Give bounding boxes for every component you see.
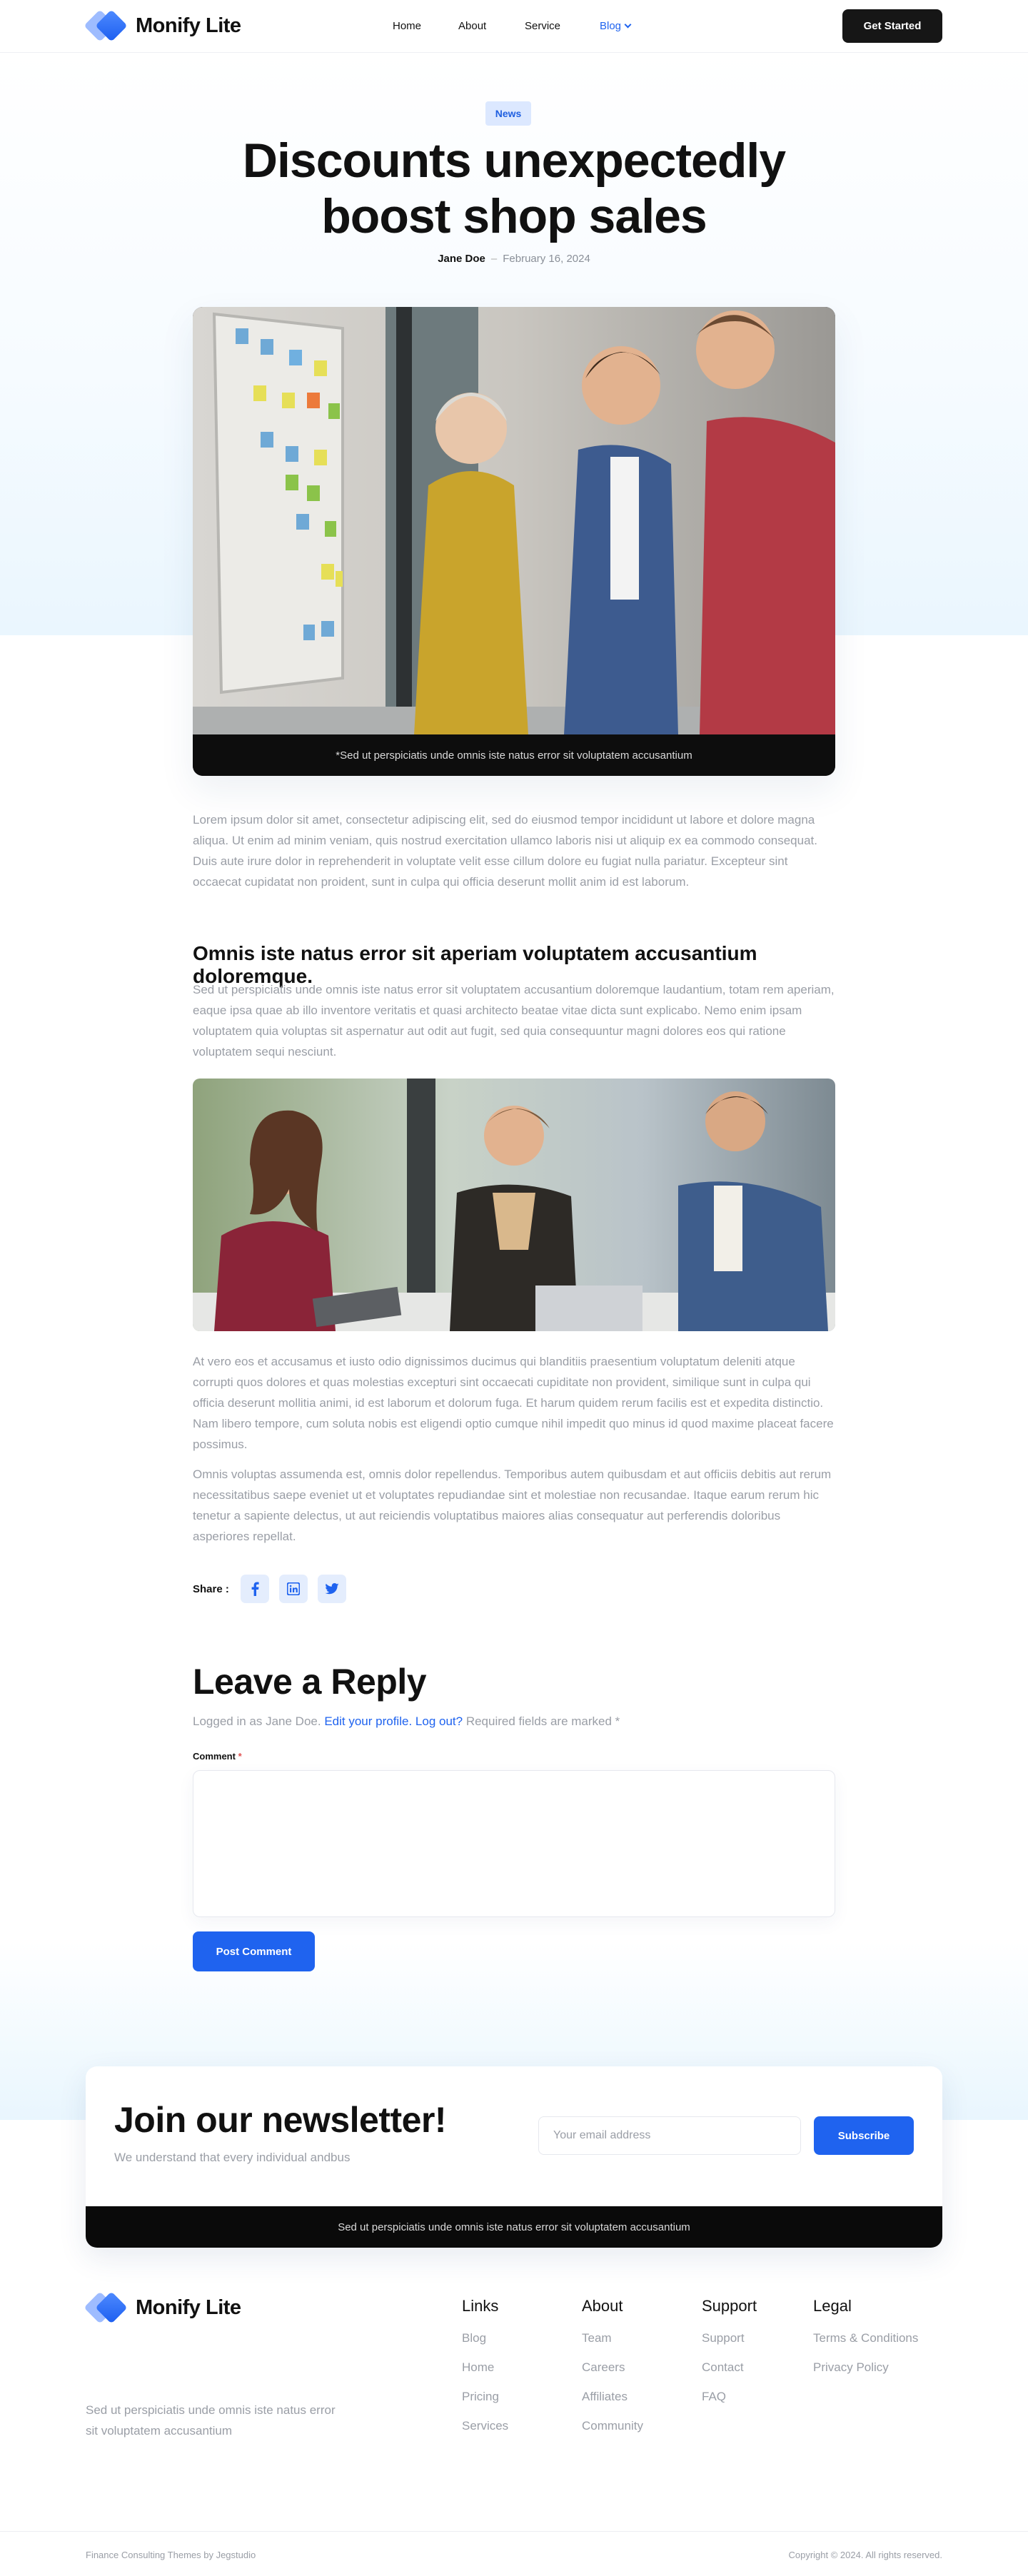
article-photo (193, 1079, 835, 1331)
brand-name: Monify Lite (136, 2295, 241, 2319)
logged-in-text: Logged in as Jane Doe. (193, 1714, 321, 1728)
email-field[interactable] (538, 2116, 801, 2155)
nav-about[interactable]: About (458, 20, 486, 32)
footer-logo[interactable]: Monify Lite (84, 2291, 241, 2324)
nav-blog-label: Blog (600, 20, 622, 32)
nav-home[interactable]: Home (393, 20, 421, 32)
footer-column-title: Links (462, 2297, 499, 2315)
newsletter-card: Join our newsletter! We understand that … (86, 2066, 942, 2248)
nav-service[interactable]: Service (525, 20, 560, 32)
body-paragraph-3: Omnis voluptas assumenda est, omnis dolo… (193, 1468, 832, 1543)
logout-link[interactable]: Log out? (415, 1714, 463, 1728)
footer-link-affiliates[interactable]: Affiliates (582, 2390, 643, 2404)
footer-link-pricing[interactable]: Pricing (462, 2390, 508, 2404)
footer-link-support[interactable]: Support (702, 2331, 757, 2345)
nav-blog[interactable]: Blog (600, 20, 632, 32)
footer-link-home[interactable]: Home (462, 2360, 508, 2375)
brand-name: Monify Lite (136, 14, 241, 37)
footer-link-contact[interactable]: Contact (702, 2360, 757, 2375)
logo-icon (84, 2291, 128, 2324)
footer-link-privacy[interactable]: Privacy Policy (813, 2360, 918, 2375)
byline-separator: – (490, 253, 498, 265)
site-header: Monify Lite Home About Service Blog Get … (0, 0, 1028, 53)
intro-paragraph: Lorem ipsum dolor sit amet, consectetur … (193, 813, 817, 889)
newsletter-subtitle: We understand that every individual andb… (114, 2151, 351, 2164)
footer-column-title: Support (702, 2297, 757, 2315)
chevron-down-icon (624, 21, 632, 29)
post-date: February 16, 2024 (503, 253, 590, 265)
footer-link-careers[interactable]: Careers (582, 2360, 643, 2375)
footer-column-legal: Legal Terms & Conditions Privacy Policy (813, 2297, 918, 2390)
body-paragraph-2: At vero eos et accusamus et iusto odio d… (193, 1355, 834, 1451)
required-note: Required fields are marked * (465, 1714, 620, 1728)
footer-column-links: Links Blog Home Pricing Services (462, 2297, 508, 2448)
article-image (193, 1079, 835, 1331)
linkedin-icon[interactable] (278, 1575, 308, 1603)
footer-link-team[interactable]: Team (582, 2331, 643, 2345)
get-started-button[interactable]: Get Started (842, 9, 942, 43)
byline: Jane Doe – February 16, 2024 (0, 253, 1028, 265)
footer-column-about: About Team Careers Affiliates Community (582, 2297, 643, 2448)
category-badge[interactable]: News (485, 101, 531, 126)
logged-in-note: Logged in as Jane Doe. Edit your profile… (193, 1714, 620, 1729)
footer-link-terms[interactable]: Terms & Conditions (813, 2331, 918, 2345)
footer-copyright: Copyright © 2024. All rights reserved. (788, 2550, 942, 2560)
footer-column-support: Support Support Contact FAQ (702, 2297, 757, 2419)
footer-column-title: Legal (813, 2297, 852, 2315)
footer-link-faq[interactable]: FAQ (702, 2390, 757, 2404)
hero-image: *Sed ut perspiciatis unde omnis iste nat… (193, 307, 835, 776)
share-bar: Share : (193, 1575, 356, 1603)
body-paragraph-1: Sed ut perspiciatis unde omnis iste natu… (193, 983, 835, 1059)
facebook-icon[interactable] (240, 1575, 269, 1603)
header-logo[interactable]: Monify Lite (84, 9, 241, 42)
newsletter-bar: Sed ut perspiciatis unde omnis iste natu… (86, 2206, 942, 2248)
comment-textarea[interactable] (193, 1770, 835, 1917)
comment-label: Comment * (193, 1751, 242, 1762)
subscribe-button[interactable]: Subscribe (814, 2116, 914, 2155)
reply-title: Leave a Reply (193, 1662, 427, 1702)
footer-column-title: About (582, 2297, 623, 2315)
twitter-icon[interactable] (317, 1575, 346, 1603)
share-label: Share : (193, 1582, 229, 1595)
footer-link-services[interactable]: Services (462, 2419, 508, 2433)
footer-credit[interactable]: Finance Consulting Themes by Jegstudio (86, 2550, 256, 2560)
footer-divider (0, 2531, 1028, 2532)
footer-link-blog[interactable]: Blog (462, 2331, 508, 2345)
hero-photo (193, 307, 835, 735)
footer-link-community[interactable]: Community (582, 2419, 643, 2433)
edit-profile-link[interactable]: Edit your profile. (324, 1714, 412, 1728)
footer-description: Sed ut perspiciatis unde omnis iste natu… (86, 2403, 336, 2438)
required-mark: * (238, 1751, 242, 1762)
newsletter-title: Join our newsletter! (114, 2100, 447, 2140)
logo-icon (84, 9, 128, 42)
hero-caption: *Sed ut perspiciatis unde omnis iste nat… (193, 734, 835, 776)
comment-label-text: Comment (193, 1751, 236, 1762)
page-title: Discounts unexpectedly boost shop sales (242, 133, 786, 243)
post-comment-button[interactable]: Post Comment (193, 1931, 315, 1971)
author-name[interactable]: Jane Doe (438, 253, 485, 265)
